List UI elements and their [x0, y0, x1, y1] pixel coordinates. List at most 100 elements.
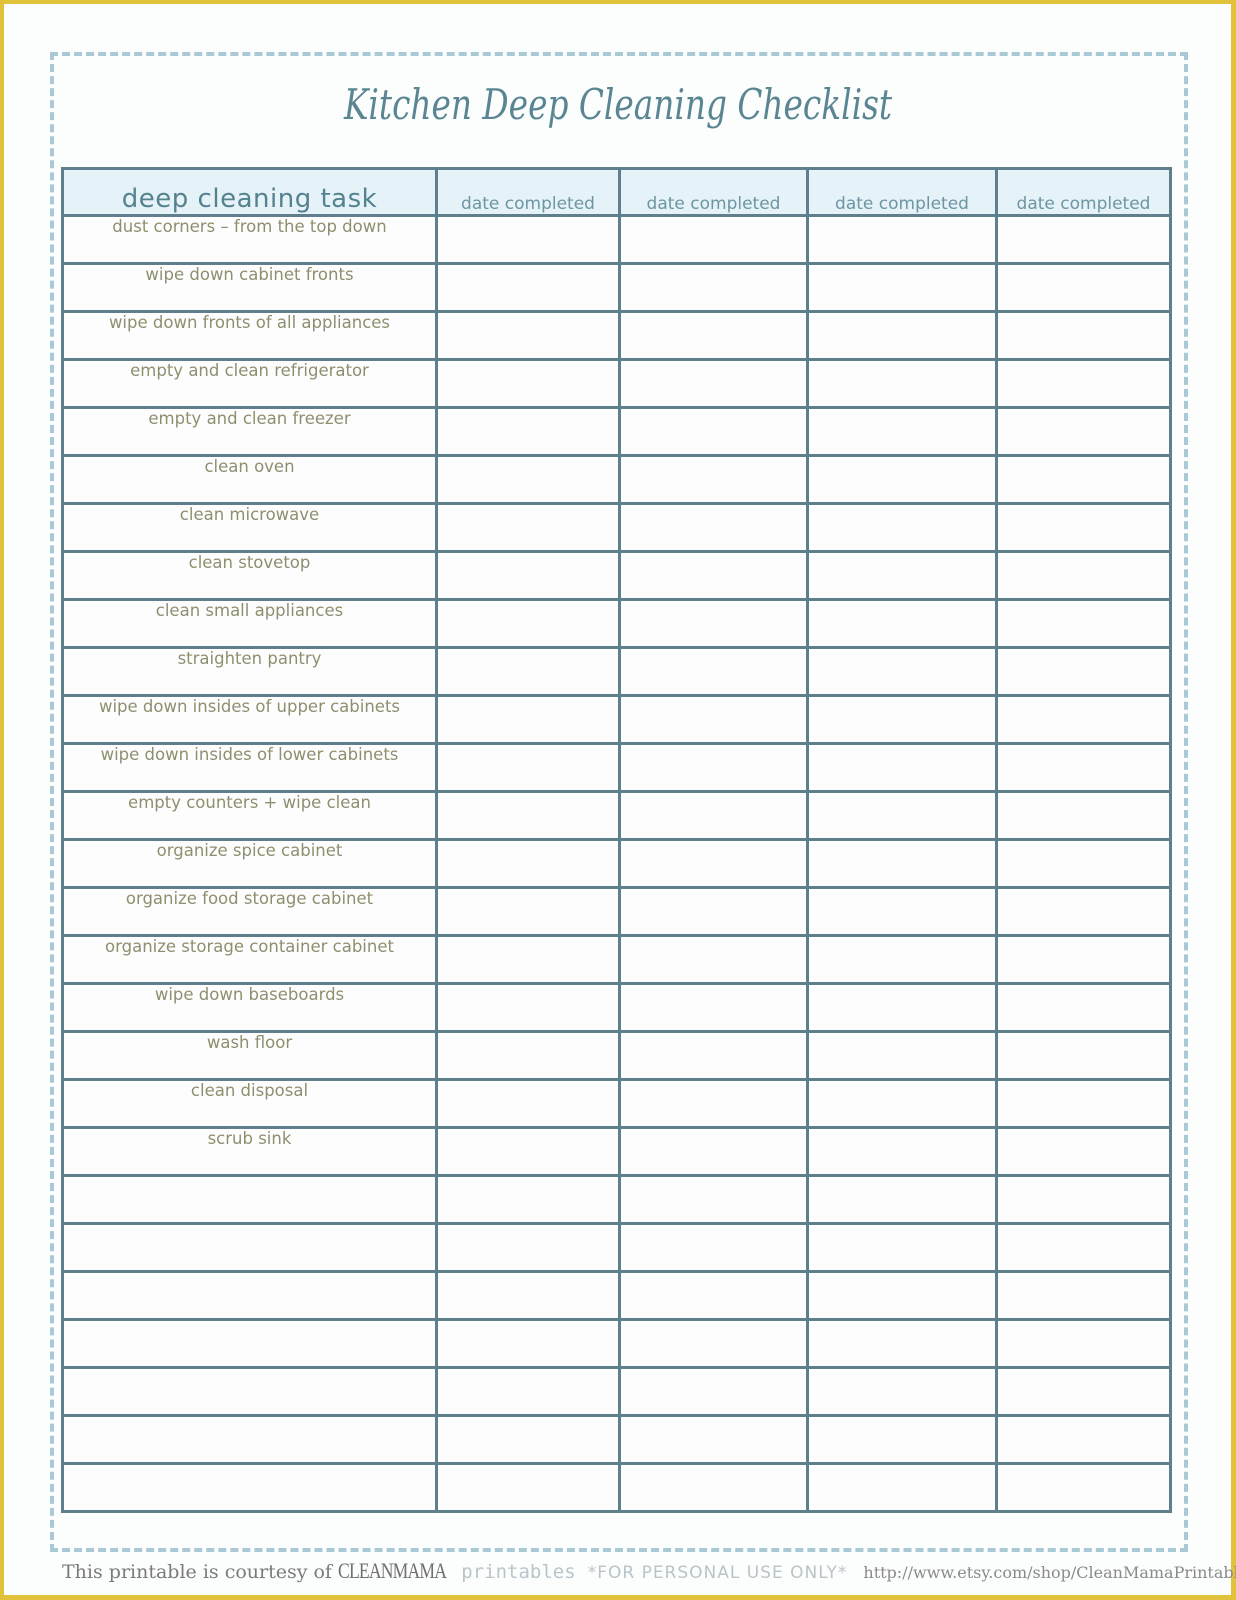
date-completed-cell[interactable]	[995, 886, 1172, 937]
date-completed-cell[interactable]	[618, 742, 809, 793]
date-completed-cell[interactable]	[995, 1462, 1172, 1513]
date-completed-cell[interactable]	[435, 1366, 621, 1417]
date-completed-cell[interactable]	[806, 646, 998, 697]
date-completed-cell[interactable]	[435, 694, 621, 745]
date-completed-cell[interactable]	[995, 1222, 1172, 1273]
date-completed-cell[interactable]	[435, 358, 621, 409]
date-completed-cell[interactable]	[618, 1126, 809, 1177]
date-completed-cell[interactable]	[806, 982, 998, 1033]
date-completed-cell[interactable]	[618, 358, 809, 409]
date-completed-cell[interactable]	[618, 550, 809, 601]
date-completed-cell[interactable]	[435, 502, 621, 553]
date-completed-cell[interactable]	[995, 550, 1172, 601]
date-completed-cell[interactable]	[435, 310, 621, 361]
date-completed-cell[interactable]	[618, 646, 809, 697]
date-completed-cell[interactable]	[995, 1366, 1172, 1417]
date-completed-cell[interactable]	[806, 1174, 998, 1225]
date-completed-cell[interactable]	[435, 262, 621, 313]
date-completed-cell[interactable]	[806, 838, 998, 889]
date-completed-cell[interactable]	[806, 1462, 998, 1513]
date-completed-cell[interactable]	[618, 982, 809, 1033]
date-completed-cell[interactable]	[618, 838, 809, 889]
date-completed-cell[interactable]	[618, 1222, 809, 1273]
date-completed-cell[interactable]	[995, 1318, 1172, 1369]
date-completed-cell[interactable]	[806, 1126, 998, 1177]
date-completed-cell[interactable]	[995, 1414, 1172, 1465]
date-completed-cell[interactable]	[435, 838, 621, 889]
date-completed-cell[interactable]	[435, 1270, 621, 1321]
date-completed-cell[interactable]	[806, 1318, 998, 1369]
date-completed-cell[interactable]	[806, 934, 998, 985]
date-completed-cell[interactable]	[806, 790, 998, 841]
date-completed-cell[interactable]	[806, 1414, 998, 1465]
date-completed-cell[interactable]	[995, 502, 1172, 553]
date-completed-cell[interactable]	[806, 454, 998, 505]
date-completed-cell[interactable]	[995, 1270, 1172, 1321]
date-completed-cell[interactable]	[806, 214, 998, 265]
date-completed-cell[interactable]	[435, 934, 621, 985]
date-completed-cell[interactable]	[806, 358, 998, 409]
date-completed-cell[interactable]	[618, 694, 809, 745]
date-completed-cell[interactable]	[435, 550, 621, 601]
date-completed-cell[interactable]	[435, 790, 621, 841]
date-completed-cell[interactable]	[618, 1318, 809, 1369]
date-completed-cell[interactable]	[435, 1174, 621, 1225]
date-completed-cell[interactable]	[618, 1414, 809, 1465]
date-completed-cell[interactable]	[995, 1174, 1172, 1225]
date-completed-cell[interactable]	[806, 550, 998, 601]
date-completed-cell[interactable]	[995, 982, 1172, 1033]
date-completed-cell[interactable]	[995, 214, 1172, 265]
date-completed-cell[interactable]	[618, 1030, 809, 1081]
date-completed-cell[interactable]	[995, 934, 1172, 985]
date-completed-cell[interactable]	[435, 646, 621, 697]
date-completed-cell[interactable]	[995, 1030, 1172, 1081]
date-completed-cell[interactable]	[435, 1462, 621, 1513]
date-completed-cell[interactable]	[995, 358, 1172, 409]
date-completed-cell[interactable]	[618, 790, 809, 841]
date-completed-cell[interactable]	[435, 1078, 621, 1129]
date-completed-cell[interactable]	[995, 310, 1172, 361]
date-completed-cell[interactable]	[806, 262, 998, 313]
date-completed-cell[interactable]	[806, 1270, 998, 1321]
date-completed-cell[interactable]	[806, 310, 998, 361]
date-completed-cell[interactable]	[618, 1078, 809, 1129]
date-completed-cell[interactable]	[435, 1318, 621, 1369]
date-completed-cell[interactable]	[435, 886, 621, 937]
date-completed-cell[interactable]	[618, 598, 809, 649]
date-completed-cell[interactable]	[435, 1126, 621, 1177]
date-completed-cell[interactable]	[618, 1174, 809, 1225]
date-completed-cell[interactable]	[995, 406, 1172, 457]
date-completed-cell[interactable]	[435, 1030, 621, 1081]
date-completed-cell[interactable]	[995, 262, 1172, 313]
date-completed-cell[interactable]	[995, 790, 1172, 841]
date-completed-cell[interactable]	[995, 454, 1172, 505]
date-completed-cell[interactable]	[806, 694, 998, 745]
date-completed-cell[interactable]	[618, 502, 809, 553]
date-completed-cell[interactable]	[435, 406, 621, 457]
date-completed-cell[interactable]	[806, 1366, 998, 1417]
date-completed-cell[interactable]	[618, 1270, 809, 1321]
date-completed-cell[interactable]	[435, 742, 621, 793]
date-completed-cell[interactable]	[995, 838, 1172, 889]
date-completed-cell[interactable]	[995, 1078, 1172, 1129]
date-completed-cell[interactable]	[435, 1414, 621, 1465]
date-completed-cell[interactable]	[435, 454, 621, 505]
date-completed-cell[interactable]	[806, 886, 998, 937]
date-completed-cell[interactable]	[995, 742, 1172, 793]
date-completed-cell[interactable]	[806, 406, 998, 457]
date-completed-cell[interactable]	[806, 1030, 998, 1081]
date-completed-cell[interactable]	[995, 1126, 1172, 1177]
date-completed-cell[interactable]	[806, 1078, 998, 1129]
date-completed-cell[interactable]	[435, 982, 621, 1033]
date-completed-cell[interactable]	[806, 598, 998, 649]
footer-url-link[interactable]: http://www.etsy.com/shop/CleanMamaPrinta…	[863, 1563, 1236, 1582]
date-completed-cell[interactable]	[806, 742, 998, 793]
date-completed-cell[interactable]	[435, 598, 621, 649]
date-completed-cell[interactable]	[618, 214, 809, 265]
date-completed-cell[interactable]	[995, 646, 1172, 697]
date-completed-cell[interactable]	[435, 1222, 621, 1273]
date-completed-cell[interactable]	[618, 886, 809, 937]
date-completed-cell[interactable]	[995, 694, 1172, 745]
date-completed-cell[interactable]	[618, 406, 809, 457]
date-completed-cell[interactable]	[618, 1462, 809, 1513]
